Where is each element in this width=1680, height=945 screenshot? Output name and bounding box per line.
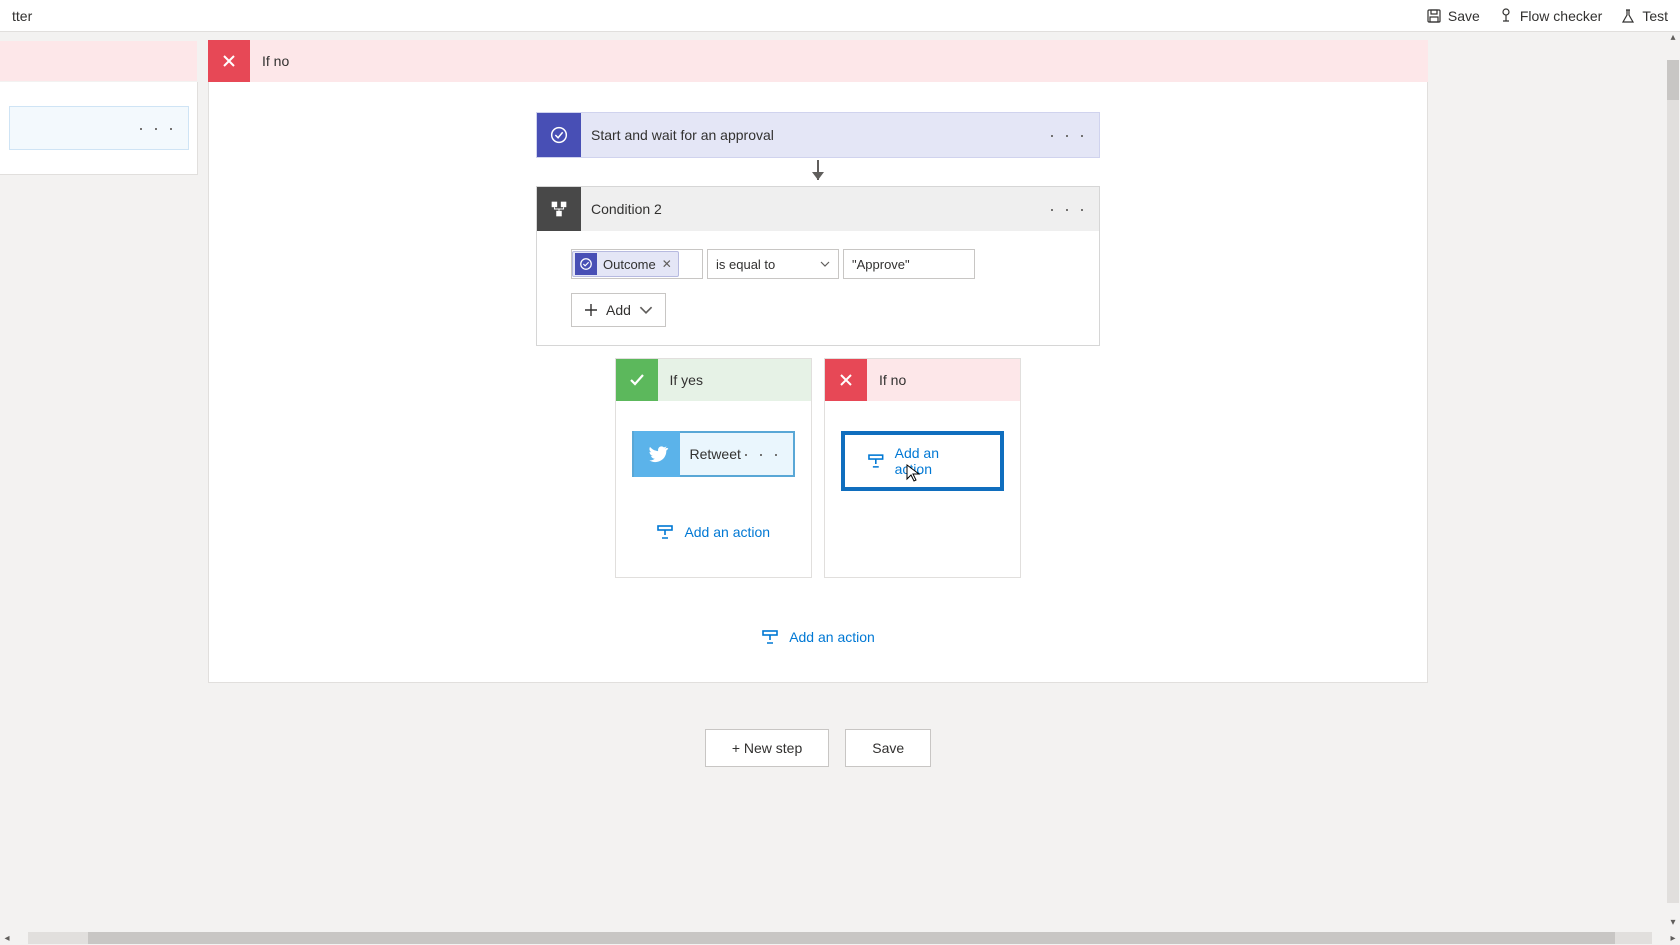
condition-card[interactable]: Condition 2 · · · Outcome ✕ [536, 186, 1100, 346]
condition-title: Condition 2 [581, 201, 1049, 217]
add-action-icon [761, 628, 779, 646]
more-icon[interactable]: · · · [1049, 125, 1099, 146]
main-if-no-branch: If no Start and wait for an approval · ·… [208, 40, 1428, 767]
scroll-thumb[interactable] [88, 932, 1615, 944]
save-icon [1426, 8, 1442, 24]
operator-label: is equal to [716, 257, 775, 272]
new-step-button[interactable]: + New step [705, 729, 829, 767]
more-icon[interactable]: · · · [138, 118, 176, 139]
outcome-token[interactable]: Outcome ✕ [572, 251, 679, 277]
flow-checker-button[interactable]: Flow checker [1498, 8, 1602, 24]
flow-column: Start and wait for an approval · · · Con… [209, 112, 1427, 652]
plus-icon [584, 303, 598, 317]
add-condition-button[interactable]: Add [571, 293, 666, 327]
if-yes-label: If yes [658, 372, 703, 388]
vertical-scrollbar[interactable]: ▴ ▾ [1666, 32, 1680, 931]
approval-title: Start and wait for an approval [581, 127, 1049, 143]
remove-token-icon[interactable]: ✕ [662, 257, 672, 271]
left-collapsed-card[interactable]: · · · [9, 106, 189, 150]
scroll-up-icon[interactable]: ▴ [1670, 32, 1675, 46]
left-branch-body: · · · [0, 82, 198, 175]
add-action-no[interactable]: Add an action [841, 431, 1004, 491]
footer-buttons: + New step Save [208, 729, 1428, 767]
cursor-icon [905, 463, 921, 486]
if-no-body: Add an action [825, 401, 1020, 561]
top-toolbar: tter Save Flow checker Test [0, 0, 1680, 32]
scroll-left-icon[interactable]: ◂ [0, 933, 14, 944]
check-icon [616, 359, 658, 401]
flow-checker-icon [1498, 8, 1514, 24]
scroll-right-icon[interactable]: ▸ [1666, 933, 1680, 944]
add-action-icon [656, 523, 674, 541]
test-label: Test [1642, 8, 1668, 24]
condition-left-operand[interactable]: Outcome ✕ [571, 249, 703, 279]
retweet-card[interactable]: Retweet · · · [632, 431, 795, 477]
add-label: Add [606, 302, 631, 318]
save-button[interactable]: Save [1426, 8, 1480, 24]
main-if-no-label: If no [250, 53, 289, 69]
save-flow-button[interactable]: Save [845, 729, 931, 767]
flask-icon [1620, 8, 1636, 24]
bottom-add-action-row: Add an action [749, 622, 887, 652]
if-yes-body: Retweet · · · Add an action [616, 401, 811, 577]
scroll-down-icon[interactable]: ▾ [1670, 917, 1675, 931]
chevron-down-icon [639, 303, 653, 317]
horizontal-scrollbar[interactable]: ◂ ▸ [0, 931, 1680, 945]
approval-card[interactable]: Start and wait for an approval · · · [536, 112, 1100, 158]
toolbar-right: Save Flow checker Test [1426, 8, 1668, 24]
if-yes-branch: If yes Retweet · · · Add an action [615, 358, 812, 578]
if-no-header[interactable]: If no [825, 359, 1020, 401]
more-icon[interactable]: · · · [743, 444, 793, 465]
more-icon[interactable]: · · · [1049, 199, 1099, 220]
designer-canvas[interactable]: · · · If no Start and wait for an approv… [0, 32, 1680, 917]
approval-icon [575, 253, 597, 275]
add-action-label: Add an action [684, 524, 770, 540]
branches-row: If yes Retweet · · · Add an action [591, 358, 1046, 578]
test-button[interactable]: Test [1620, 8, 1668, 24]
breadcrumb-tail: tter [12, 8, 32, 24]
condition-icon [537, 187, 581, 231]
if-no-label: If no [867, 372, 906, 388]
condition-value-input[interactable] [843, 249, 975, 279]
add-action-yes[interactable]: Add an action [644, 517, 782, 547]
twitter-icon [634, 431, 680, 477]
left-if-no-header[interactable] [0, 40, 198, 82]
condition-row: Outcome ✕ is equal to [571, 249, 975, 279]
left-if-no-branch: · · · [0, 40, 198, 175]
save-label: Save [1448, 8, 1480, 24]
arrow-down-icon [817, 160, 819, 180]
chevron-down-icon [820, 259, 830, 269]
scroll-thumb[interactable] [1667, 60, 1679, 100]
flow-checker-label: Flow checker [1520, 8, 1602, 24]
x-icon [825, 359, 867, 401]
add-action-icon [867, 452, 885, 470]
condition-body: Outcome ✕ is equal to [537, 231, 1099, 345]
approval-icon [537, 113, 581, 157]
main-if-no-header[interactable]: If no [208, 40, 1428, 82]
operator-select[interactable]: is equal to [707, 249, 839, 279]
token-label: Outcome [603, 257, 656, 272]
retweet-title: Retweet [680, 446, 744, 462]
add-action-bottom[interactable]: Add an action [749, 622, 887, 652]
if-yes-header[interactable]: If yes [616, 359, 811, 401]
main-body: Start and wait for an approval · · · Con… [208, 82, 1428, 683]
x-icon [208, 40, 250, 82]
add-action-label: Add an action [789, 629, 875, 645]
if-no-branch: If no Add an action [824, 358, 1021, 578]
